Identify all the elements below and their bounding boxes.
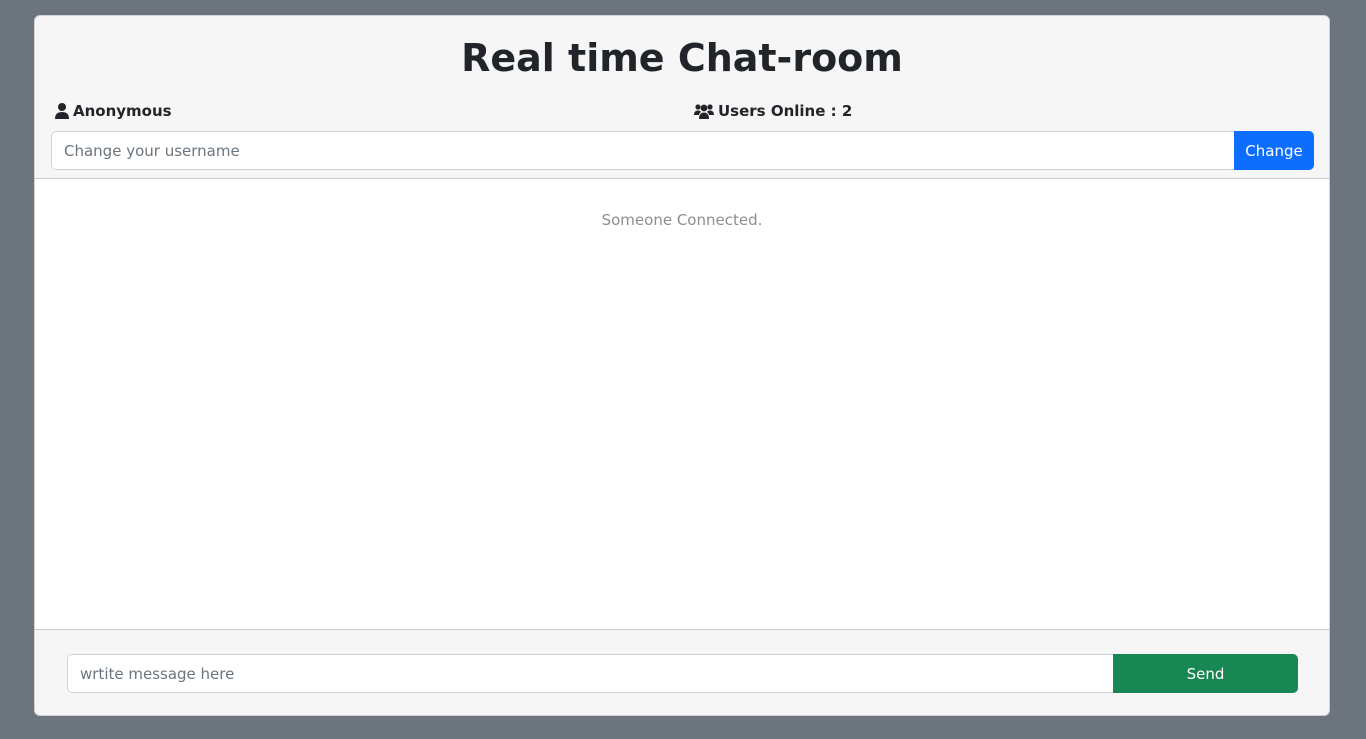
message-form: Send bbox=[67, 654, 1298, 693]
message-input[interactable] bbox=[67, 654, 1113, 693]
username-label: Anonymous bbox=[73, 102, 172, 120]
chat-header: Real time Chat-room Anonymous Users Onli… bbox=[35, 16, 1329, 179]
send-button[interactable]: Send bbox=[1113, 654, 1298, 693]
username-input[interactable] bbox=[51, 131, 1234, 170]
username-form: Change bbox=[51, 131, 1314, 170]
users-online-label: Users Online : 2 bbox=[718, 102, 853, 120]
current-user: Anonymous bbox=[55, 100, 172, 122]
chat-messages: Someone Connected. bbox=[35, 179, 1329, 629]
system-message: Someone Connected. bbox=[601, 211, 763, 229]
change-button[interactable]: Change bbox=[1234, 131, 1314, 170]
users-icon bbox=[694, 103, 714, 119]
users-online: Users Online : 2 bbox=[694, 100, 852, 122]
chat-footer: Send bbox=[35, 629, 1329, 715]
page-title: Real time Chat-room bbox=[461, 36, 903, 80]
chat-card: Real time Chat-room Anonymous Users Onli… bbox=[34, 15, 1330, 716]
user-icon bbox=[55, 103, 69, 119]
